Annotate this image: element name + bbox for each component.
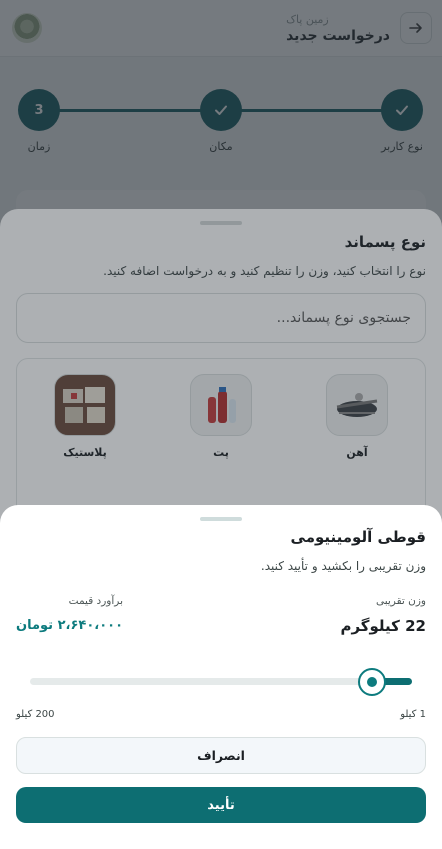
- price-value: ۲،۶۴۰،۰۰۰ تومان: [16, 618, 124, 633]
- slider-min-label: 1 کیلو: [400, 709, 426, 720]
- weight-price-summary: وزن تقریبی 22 کیلوگرم برآورد قیمت ۲،۶۴۰،…: [16, 595, 426, 635]
- slider-max-label: 200 کیلو: [16, 709, 55, 720]
- confirm-button[interactable]: تأیید: [16, 787, 426, 823]
- sheet-title: قوطی آلومینیومی: [290, 528, 426, 546]
- weight-value: 22 کیلوگرم: [340, 617, 426, 635]
- cancel-button[interactable]: انصراف: [16, 737, 426, 774]
- slider-thumb[interactable]: [357, 668, 386, 696]
- slider-track[interactable]: [30, 678, 412, 685]
- sheet-drag-handle[interactable]: [200, 517, 242, 521]
- weight-sheet: قوطی آلومینیومی وزن تقریبی را بکشید و تأ…: [0, 505, 442, 849]
- slider-range-labels: 1 کیلو 200 کیلو: [16, 709, 426, 720]
- weight-label: وزن تقریبی: [375, 595, 426, 607]
- price-label: برآورد قیمت: [68, 595, 124, 607]
- sheet-description: وزن تقریبی را بکشید و تأیید کنید.: [260, 559, 426, 573]
- weight-slider[interactable]: [16, 667, 426, 697]
